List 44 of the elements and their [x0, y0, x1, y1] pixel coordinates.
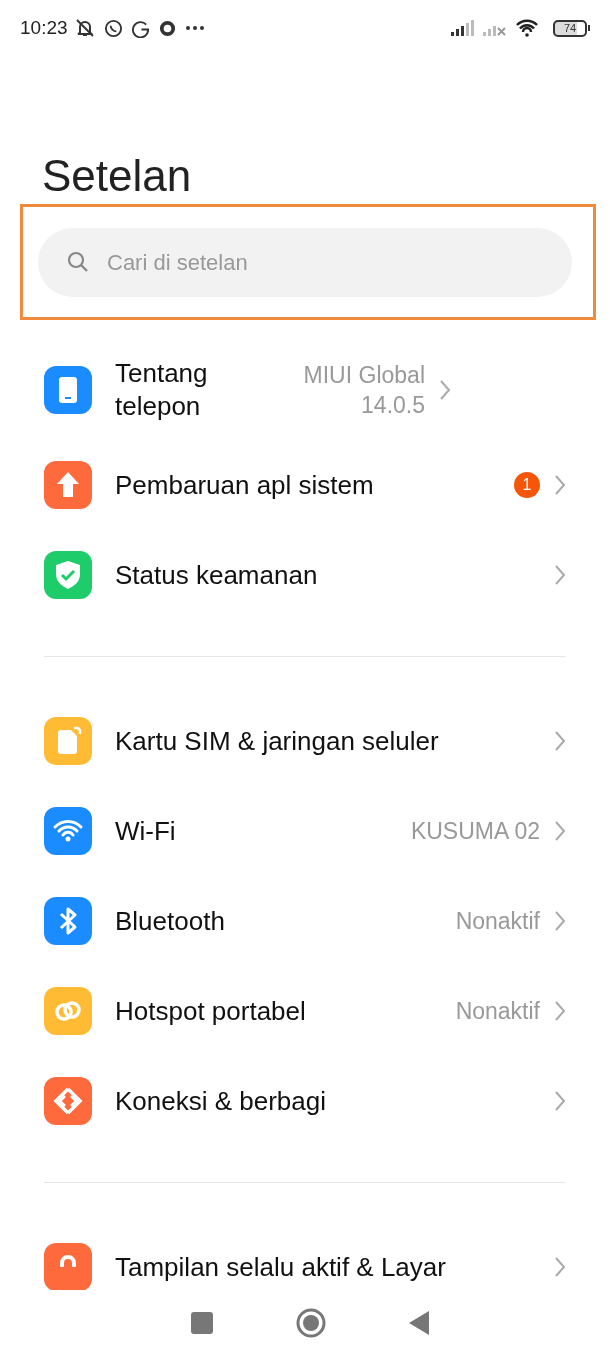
settings-item[interactable]: Status keamanan	[44, 530, 566, 620]
chevron-right-icon	[554, 910, 566, 932]
chevron-right-icon	[554, 1000, 566, 1022]
battery-icon: 74	[553, 19, 590, 37]
item-value: Nonaktif	[455, 997, 540, 1026]
recents-button[interactable]	[191, 1312, 214, 1334]
back-button[interactable]	[408, 1311, 429, 1335]
item-value: KUSUMA 02	[410, 817, 540, 846]
settings-item[interactable]: Tampilan selalu aktif & Layar	[44, 1222, 566, 1290]
phone-icon	[44, 366, 92, 414]
muted-bell-icon	[73, 18, 96, 38]
chat-bubble-icon	[103, 18, 123, 38]
notification-badge: 1	[514, 472, 540, 498]
signal-icon	[451, 20, 475, 36]
g-logo-icon	[130, 18, 150, 38]
clock-time: 10:23	[20, 17, 68, 39]
chevron-right-icon	[554, 820, 566, 842]
chevron-right-icon	[554, 1256, 566, 1278]
settings-item[interactable]: Bluetooth Nonaktif	[44, 876, 566, 966]
chevron-right-icon	[439, 379, 451, 401]
item-value: Nonaktif	[455, 907, 540, 936]
wifi-icon	[515, 19, 539, 37]
bluetooth-icon	[44, 897, 92, 945]
chevron-right-icon	[554, 564, 566, 586]
settings-item[interactable]: Koneksi & berbagi	[44, 1056, 566, 1146]
chevron-right-icon	[554, 730, 566, 752]
more-icon	[184, 25, 205, 31]
settings-item[interactable]: Kartu SIM & jaringan seluler	[44, 696, 566, 786]
settings-item[interactable]: Wi-Fi KUSUMA 02	[44, 786, 566, 876]
item-value: MIUI Global 14.0.5	[302, 361, 425, 420]
search-field[interactable]: Cari di setelan	[38, 228, 572, 297]
wifi-icon	[44, 807, 92, 855]
settings-item[interactable]: Tentang telepon MIUI Global 14.0.5	[44, 340, 566, 440]
ring-icon	[157, 18, 177, 38]
chevron-right-icon	[554, 474, 566, 496]
chevron-right-icon	[554, 1090, 566, 1112]
home-button[interactable]	[296, 1308, 326, 1338]
sim-card-icon	[44, 717, 92, 765]
shield-check-icon	[44, 551, 92, 599]
linked-rings-icon	[44, 987, 92, 1035]
search-icon	[66, 250, 90, 274]
page-title: Setelan	[42, 150, 192, 202]
settings-item[interactable]: Pembaruan apl sistem 1	[44, 440, 566, 530]
settings-item[interactable]: Hotspot portabel Nonaktif	[44, 966, 566, 1056]
